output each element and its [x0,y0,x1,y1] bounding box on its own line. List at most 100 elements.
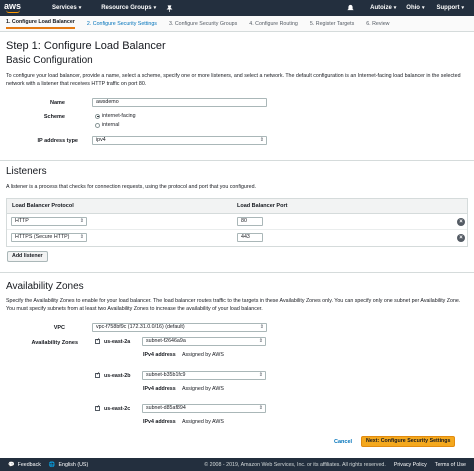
chevron-updown-icon: ⇕ [258,372,263,378]
terms-link[interactable]: Terms of Use [435,462,466,468]
scheme-label: Scheme [43,114,65,120]
account-menu[interactable]: Autoize ▾ [370,5,396,11]
privacy-link[interactable]: Privacy Policy [394,462,427,468]
az-description: Specify the Availability Zones to enable… [6,298,461,312]
copyright-text: © 2008 - 2019, Amazon Web Services, Inc.… [204,461,386,468]
vpc-select[interactable]: vpc-f758bf9c (172.31.0.0/16) (default) ⇕ [92,323,267,332]
chevron-updown-icon: ⇕ [259,137,264,143]
services-menu[interactable]: Services ▾ [52,5,81,11]
az-title: Availability Zones [6,281,84,292]
scheme-option-internal[interactable]: internal [95,122,119,128]
divider [0,160,474,161]
scheme-internet-facing-label: internet-facing [102,113,136,119]
ipv4-value: Assigned by AWS [182,352,224,358]
protocol-value: HTTP [15,218,29,224]
aws-logo[interactable]: aws [4,2,26,14]
support-label: Support [436,5,460,11]
basic-config-title: Basic Configuration [6,55,93,66]
step-configure-load-balancer[interactable]: 1. Configure Load Balancer [6,19,75,29]
next-button[interactable]: Next: Configure Security Settings [361,436,456,447]
feedback-link[interactable]: 💬 Feedback [8,462,41,468]
vpc-label: VPC [53,325,65,331]
chevron-updown-icon: ⇕ [79,234,84,240]
support-menu[interactable]: Support ▾ [436,5,464,11]
zone-name: us-east-2c [104,406,131,412]
remove-listener-icon[interactable]: × [457,218,465,226]
step-configure-routing[interactable]: 4. Configure Routing [249,21,298,27]
listeners-table: Load Balancer Protocol Load Balancer Por… [6,198,468,247]
language-label: English (US) [58,461,89,468]
page-title: Step 1: Configure Load Balancer [6,40,166,52]
account-label: Autoize [370,5,392,11]
zone-name: us-east-2b [104,373,131,379]
region-label: Ohio [406,5,420,11]
name-input[interactable]: awsdemo [92,98,267,107]
cancel-link[interactable]: Cancel [334,439,352,445]
feedback-label: Feedback [17,461,41,468]
subnet-select[interactable]: subnet-b35b1fc9 ⇕ [142,371,266,380]
vpc-value: vpc-f758bf9c (172.31.0.0/16) (default) [96,324,185,330]
protocol-select[interactable]: HTTPS (Secure HTTP) ⇕ [11,233,87,242]
ipv4-label: IPv4 address [143,419,176,425]
zone-name: us-east-2a [104,339,131,345]
chevron-down-icon: ▾ [78,5,82,11]
scheme-option-internet-facing[interactable]: internet-facing [95,113,136,119]
ip-type-select[interactable]: ipv4 ⇕ [92,136,267,145]
col-protocol-header: Load Balancer Protocol [12,203,74,209]
zones-label: Availability Zones [31,340,78,346]
step-configure-security-settings[interactable]: 2. Configure Security Settings [87,21,157,27]
protocol-select[interactable]: HTTP ⇕ [11,217,87,226]
ipv4-value: Assigned by AWS [182,386,224,392]
subnet-value: subnet-d85af894 [146,405,186,411]
region-menu[interactable]: Ohio ▾ [406,5,424,11]
scheme-internal-label: internal [102,122,120,128]
zone-checkbox[interactable] [95,337,100,344]
ipv4-label: IPv4 address [143,352,176,358]
resource-groups-label: Resource Groups [101,5,152,11]
ip-type-value: ipv4 [96,137,106,143]
listeners-table-header: Load Balancer Protocol Load Balancer Por… [7,199,467,214]
step-register-targets[interactable]: 5. Register Targets [310,21,354,27]
protocol-value: HTTPS (Secure HTTP) [15,234,70,240]
table-row: HTTP ⇕ 80 × [7,214,467,230]
radio-selected[interactable] [95,113,100,119]
step-review[interactable]: 6. Review [366,21,389,27]
port-input[interactable]: 80 [237,217,263,226]
table-row: HTTPS (Secure HTTP) ⇕ 443 × [7,230,467,246]
radio-unselected[interactable] [95,122,100,128]
zone-checkbox[interactable] [95,371,100,378]
pin-icon[interactable] [166,4,173,12]
zone-checkbox[interactable] [95,404,100,411]
listeners-title: Listeners [6,166,47,177]
remove-listener-icon[interactable]: × [457,234,465,242]
chevron-down-icon: ▾ [421,5,425,11]
col-port-header: Load Balancer Port [237,203,288,209]
bell-icon[interactable] [347,4,354,12]
name-label: Name [50,100,65,106]
subnet-value: subnet-b35b1fc9 [146,372,186,378]
chevron-updown-icon: ⇕ [258,405,263,411]
feedback-icon: 💬 [8,461,15,468]
language-selector[interactable]: 🌐 English (US) [49,462,88,468]
subnet-select[interactable]: subnet-d85af894 ⇕ [142,404,266,413]
wizard-steps: 1. Configure Load Balancer 2. Configure … [0,16,474,32]
globe-icon: 🌐 [48,461,56,468]
services-label: Services [52,5,77,11]
resource-groups-menu[interactable]: Resource Groups ▾ [101,5,156,11]
chevron-down-icon: ▾ [461,5,464,11]
top-nav: aws Services ▾ Resource Groups ▾ Autoize… [0,0,474,16]
aws-smile-icon [6,10,20,13]
chevron-updown-icon: ⇕ [259,324,264,330]
port-input[interactable]: 443 [237,233,263,242]
ip-type-label: IP address type [37,138,78,144]
subnet-select[interactable]: subnet-f2646a9a ⇕ [142,337,266,346]
listeners-description: A listener is a process that checks for … [6,184,256,190]
divider [0,272,474,273]
subnet-value: subnet-f2646a9a [146,338,186,344]
ipv4-value: Assigned by AWS [182,419,224,425]
chevron-updown-icon: ⇕ [258,338,263,344]
ipv4-label: IPv4 address [143,386,176,392]
basic-config-description: To configure your load balancer, provide… [6,73,461,87]
step-configure-security-groups[interactable]: 3. Configure Security Groups [169,21,237,27]
add-listener-button[interactable]: Add listener [7,251,48,262]
